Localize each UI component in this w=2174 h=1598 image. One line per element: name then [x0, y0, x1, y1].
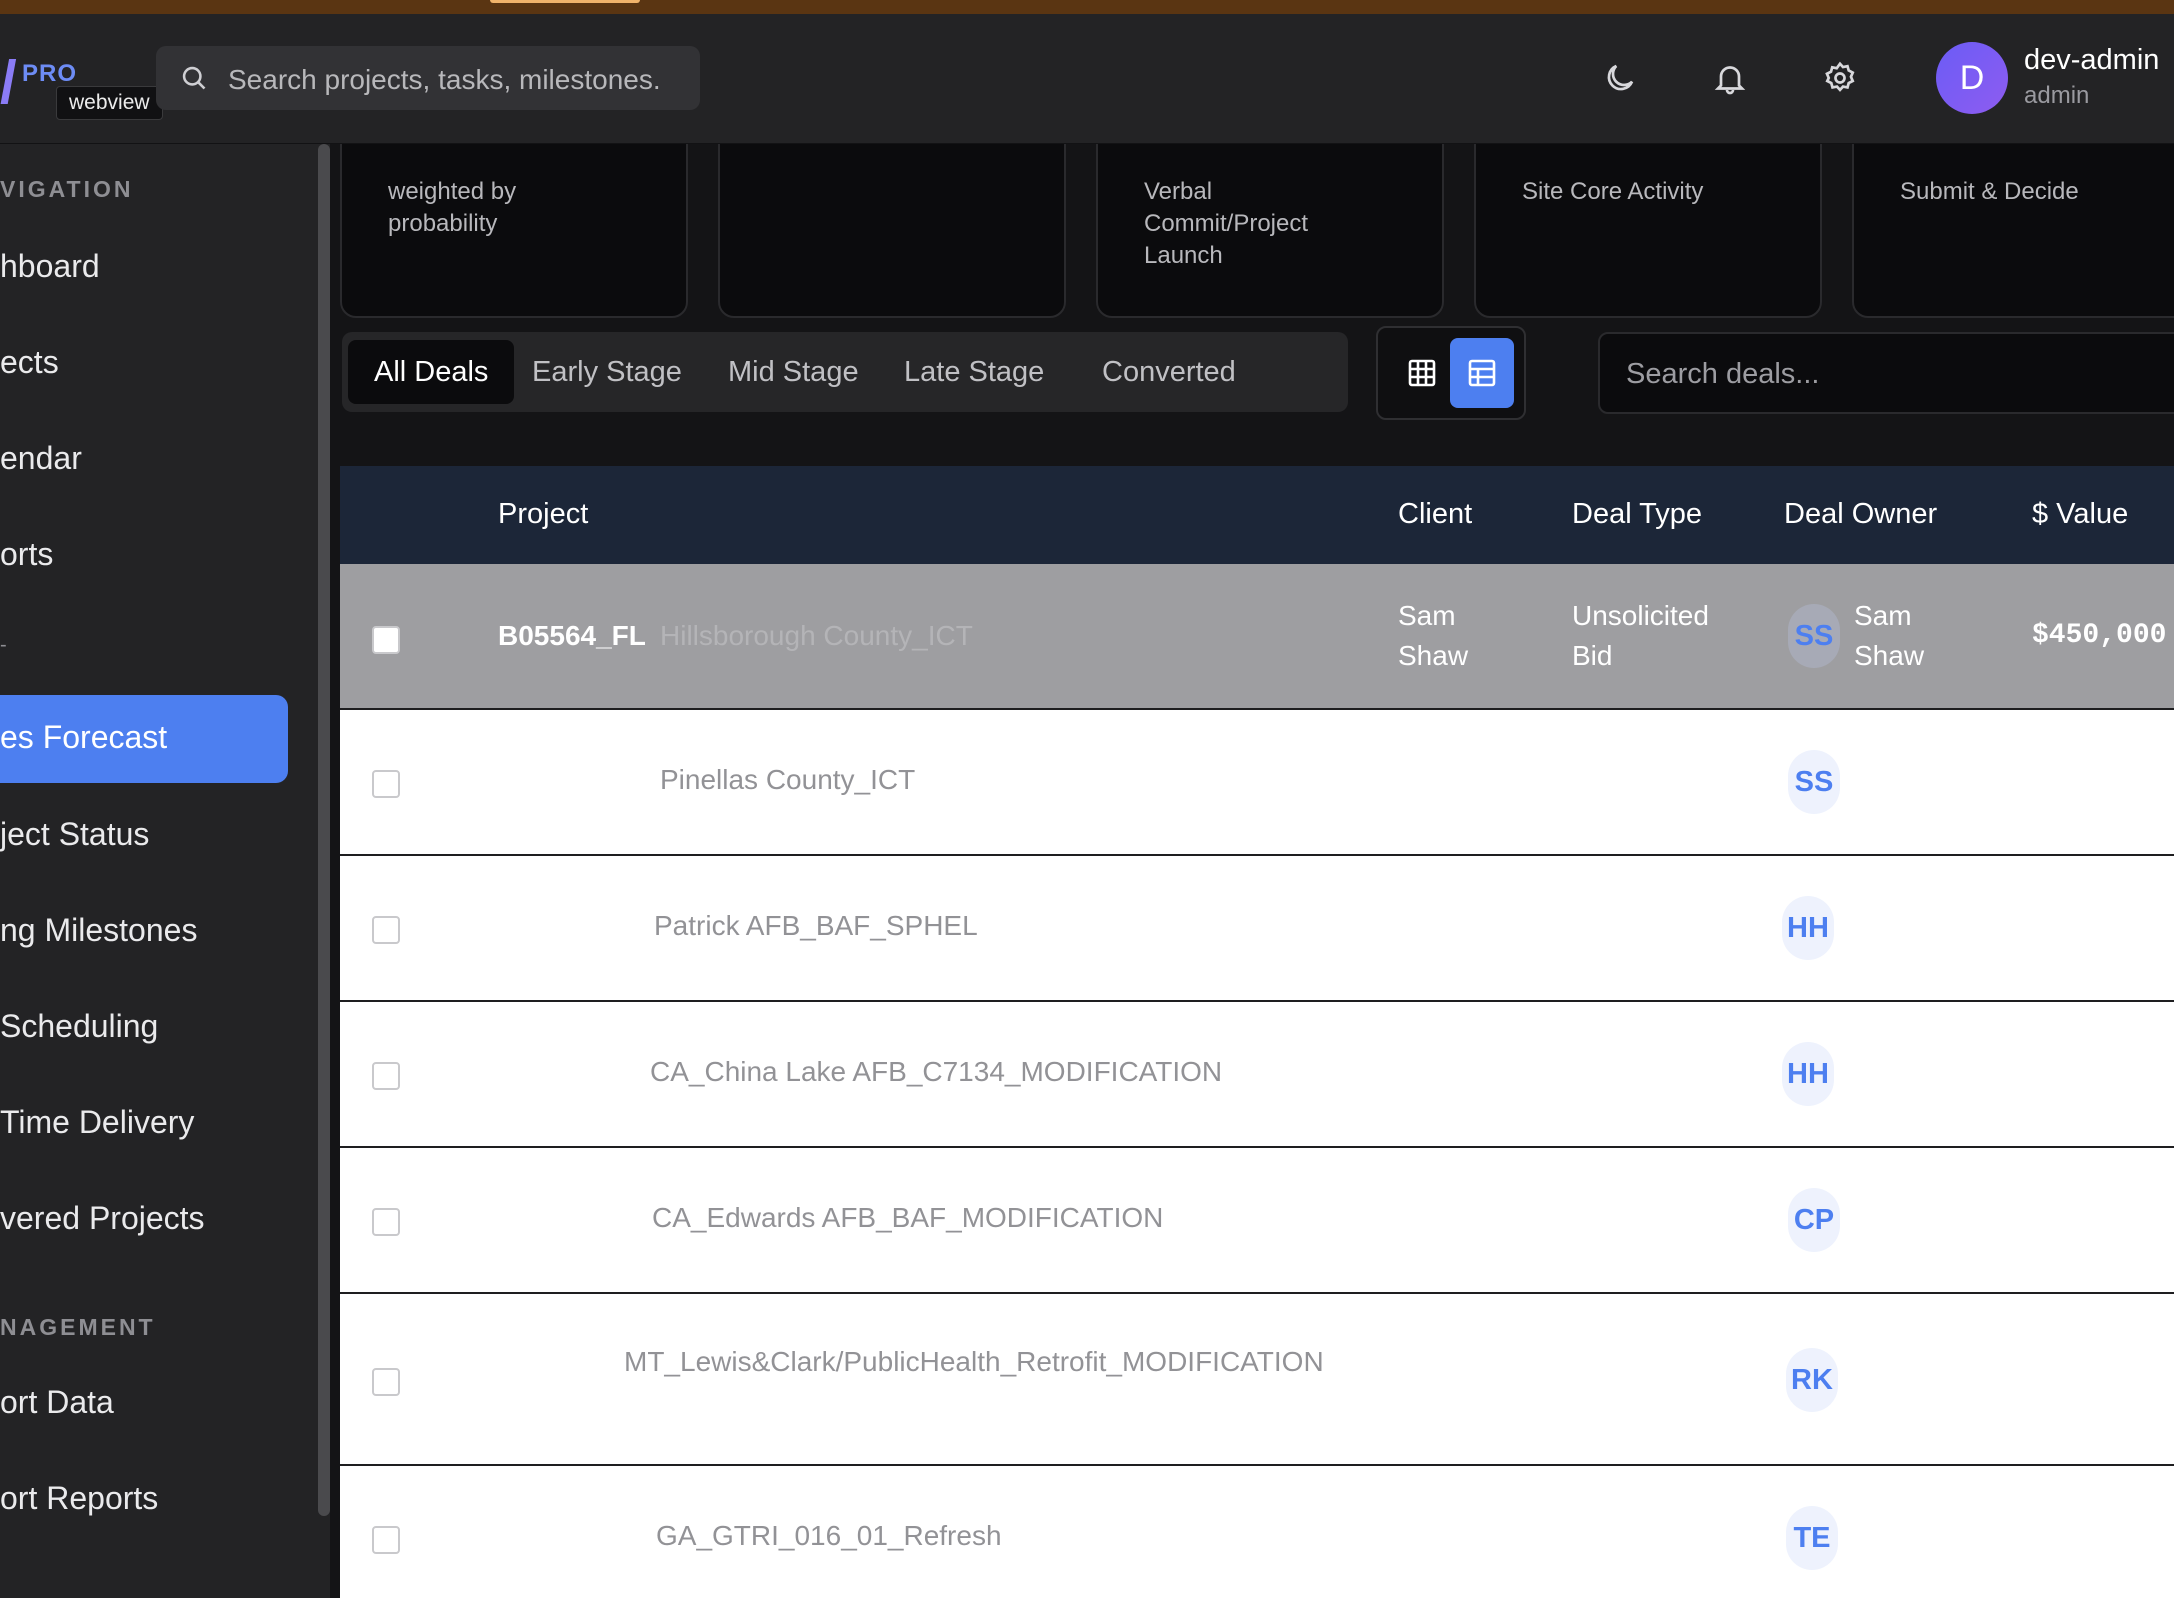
sidebar-item-project-status[interactable]: ject Status [0, 816, 149, 853]
app-header: / PRO webview Search projects, tasks, mi… [0, 14, 2174, 144]
owner-avatar: TE [1786, 1506, 1838, 1570]
row-checkbox[interactable] [372, 1062, 400, 1090]
sidebar-item-reports[interactable]: orts [0, 536, 53, 573]
table-row-selected[interactable]: B05564_FL Hillsborough County_ICT Sam Sh… [340, 564, 2174, 711]
row-checkbox[interactable] [372, 626, 400, 654]
sidebar-item-calendar[interactable]: endar [0, 440, 82, 477]
table-row[interactable]: MT_Lewis&Clark/PublicHealth_Retrofit_MOD… [340, 1294, 2174, 1467]
owner-avatar: RK [1786, 1348, 1838, 1412]
row-checkbox[interactable] [372, 916, 400, 944]
table-view-button[interactable] [1450, 338, 1514, 408]
table-row[interactable]: CA_China Lake AFB_C7134_MODIFICATION HH [340, 1002, 2174, 1149]
project-name: Pinellas County_ICT [660, 764, 916, 795]
view-switcher [1376, 326, 1526, 420]
sidebar-scrollbar[interactable] [318, 144, 330, 1516]
sidebar-section-management: NAGEMENT [0, 1314, 156, 1340]
tab-late-stage[interactable]: Late Stage [878, 340, 1070, 404]
kpi-label: Submit & Decide [1900, 178, 2079, 205]
sidebar-item-scheduling[interactable]: Scheduling [0, 1008, 158, 1045]
kpi-card: Site Core Activity [1474, 144, 1822, 318]
column-client[interactable]: Client [1398, 498, 1472, 531]
owner-avatar: HH [1782, 1042, 1834, 1106]
webview-tag: webview [56, 86, 163, 120]
owner-avatar: SS [1788, 750, 1840, 814]
kpi-card [718, 144, 1066, 318]
kpi-card: Verbal Commit/Project Launch [1096, 144, 1444, 318]
owner-avatar: CP [1788, 1188, 1840, 1252]
tab-early-stage[interactable]: Early Stage [506, 340, 708, 404]
column-deal-type[interactable]: Deal Type [1572, 498, 1702, 531]
sidebar-item-time-delivery[interactable]: Time Delivery [0, 1104, 194, 1141]
moon-icon[interactable] [1602, 60, 1638, 96]
avatar[interactable]: D [1936, 42, 2008, 114]
owner-avatar: SS [1788, 604, 1840, 668]
kpi-label: Site Core Activity [1522, 178, 1704, 205]
deal-search-placeholder: Search deals... [1626, 358, 1820, 390]
row-checkbox[interactable] [372, 1526, 400, 1554]
sidebar-section-mark: - [0, 634, 7, 656]
kpi-card: Submit & Decide [1852, 144, 2174, 318]
tab-converted[interactable]: Converted [1076, 340, 1262, 404]
gear-icon[interactable] [1822, 60, 1858, 96]
project-code: B05564_FL [498, 620, 646, 651]
project-name: GA_GTRI_016_01_Refresh [656, 1520, 1002, 1551]
browser-top-strip [0, 0, 2174, 14]
row-checkbox[interactable] [372, 1368, 400, 1396]
user-role: admin [2024, 82, 2090, 109]
tab-all-deals[interactable]: All Deals [348, 340, 515, 404]
project-name: CA_Edwards AFB_BAF_MODIFICATION [652, 1202, 1164, 1233]
global-search-input[interactable]: Search projects, tasks, milestones. [228, 64, 661, 96]
sidebar-section-navigation: VIGATION [0, 176, 134, 202]
sidebar-item-export-reports[interactable]: ort Reports [0, 1480, 158, 1517]
row-checkbox[interactable] [372, 1208, 400, 1236]
deal-value: $450,000 [2032, 620, 2167, 651]
owner-name: Sam Shaw [1854, 600, 1925, 671]
project-name: CA_China Lake AFB_C7134_MODIFICATION [650, 1056, 1223, 1087]
sidebar-item-projects[interactable]: ects [0, 344, 59, 381]
tab-indicator [490, 0, 640, 3]
row-checkbox[interactable] [372, 770, 400, 798]
sidebar-item-label: es Forecast [0, 719, 168, 755]
main-content: weighted by probability Verbal Commit/Pr… [330, 144, 2174, 1598]
table-row[interactable]: GA_GTRI_016_01_Refresh TE [340, 1466, 2174, 1598]
sidebar-item-sales-forecast[interactable]: es Forecast [0, 695, 288, 783]
table-view-icon [1468, 359, 1496, 387]
grid-view-icon[interactable] [1390, 340, 1454, 406]
global-search[interactable]: Search projects, tasks, milestones. [156, 46, 700, 110]
kpi-card: weighted by probability [340, 144, 688, 318]
sidebar-item-import-data[interactable]: ort Data [0, 1384, 114, 1421]
sidebar-item-dashboard[interactable]: hboard [0, 248, 100, 285]
bell-icon[interactable] [1712, 60, 1748, 96]
project-name: MT_Lewis&Clark/PublicHealth_Retrofit_MOD… [624, 1346, 1324, 1377]
table-row[interactable]: Pinellas County_ICT SS [340, 710, 2174, 857]
column-value[interactable]: $ Value [2032, 498, 2128, 531]
sidebar-item-delivered-projects[interactable]: vered Projects [0, 1200, 205, 1237]
column-project[interactable]: Project [498, 498, 588, 531]
search-icon [182, 66, 206, 90]
deal-search-input[interactable]: Search deals... [1598, 332, 2174, 414]
logo-pro-badge: PRO [22, 60, 78, 87]
client-name: Sam Shaw [1398, 600, 1469, 671]
table-row[interactable]: Patrick AFB_BAF_SPHEL HH [340, 856, 2174, 1003]
sidebar-item-milestones[interactable]: ng Milestones [0, 912, 197, 949]
kpi-label: weighted by probability [388, 178, 517, 237]
column-deal-owner[interactable]: Deal Owner [1784, 498, 1937, 531]
project-name: Hillsborough County_ICT [660, 620, 973, 651]
logo-mark: / [0, 49, 17, 116]
kpi-label: Verbal Commit/Project Launch [1144, 178, 1309, 269]
tab-mid-stage[interactable]: Mid Stage [702, 340, 885, 404]
owner-avatar: HH [1782, 896, 1834, 960]
table-row[interactable]: CA_Edwards AFB_BAF_MODIFICATION CP [340, 1148, 2174, 1295]
user-name: dev-admin [2024, 44, 2160, 76]
table-header: Project Client Deal Type Deal Owner $ Va… [340, 466, 2174, 564]
deal-stage-tabs: All Deals Early Stage Mid Stage Late Sta… [342, 332, 1348, 412]
deal-type: Unsolicited Bid [1572, 600, 1709, 671]
project-name: Patrick AFB_BAF_SPHEL [654, 910, 978, 941]
sidebar: VIGATION hboard ects endar orts - es For… [0, 144, 330, 1598]
